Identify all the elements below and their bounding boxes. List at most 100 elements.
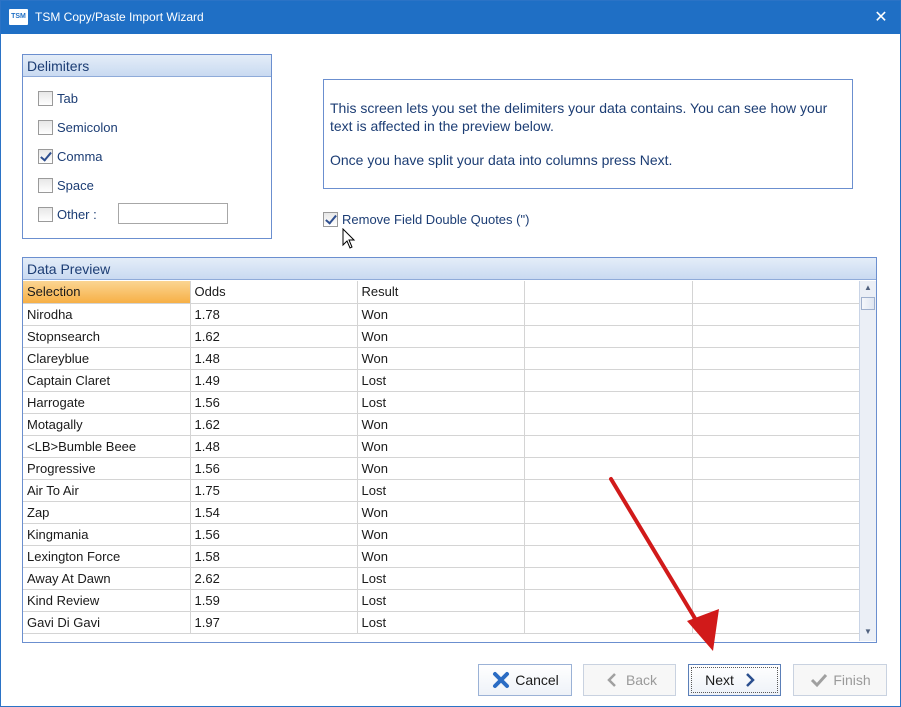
table-cell[interactable]: Away At Dawn <box>23 567 191 590</box>
table-cell[interactable] <box>692 391 860 414</box>
table-cell[interactable] <box>692 501 860 524</box>
table-cell[interactable]: Stopnsearch <box>23 325 191 348</box>
table-cell[interactable]: 1.97 <box>190 611 358 634</box>
cancel-button[interactable]: Cancel <box>478 664 572 696</box>
table-row[interactable]: Nirodha 1.78 Won <box>23 303 860 326</box>
table-row[interactable]: Gavi Di Gavi 1.97 Lost <box>23 611 860 634</box>
table-cell[interactable] <box>524 347 693 370</box>
table-row[interactable]: Zap 1.54 Won <box>23 501 860 524</box>
table-cell[interactable] <box>524 479 693 502</box>
table-cell[interactable]: Kind Review <box>23 589 191 612</box>
table-cell[interactable]: Progressive <box>23 457 191 480</box>
data-preview-grid[interactable]: Selection Odds Result Nirodha 1.78 Won Stop… <box>23 281 876 641</box>
table-cell[interactable] <box>524 501 693 524</box>
finish-button[interactable]: Finish <box>793 664 887 696</box>
table-cell[interactable]: Clareyblue <box>23 347 191 370</box>
table-cell[interactable]: 1.56 <box>190 523 358 546</box>
table-row[interactable]: Away At Dawn 2.62 Lost <box>23 567 860 590</box>
comma-checkbox[interactable] <box>38 148 53 164</box>
space-option[interactable]: Space <box>38 176 94 194</box>
table-cell[interactable]: Harrogate <box>23 391 191 414</box>
table-cell[interactable]: 1.59 <box>190 589 358 612</box>
table-cell[interactable] <box>692 479 860 502</box>
remove-quotes-option[interactable]: Remove Field Double Quotes (") <box>323 210 529 228</box>
table-cell[interactable]: Nirodha <box>23 303 191 326</box>
table-cell[interactable] <box>524 567 693 590</box>
table-cell[interactable] <box>524 435 693 458</box>
table-cell[interactable] <box>692 413 860 436</box>
table-row[interactable]: Air To Air 1.75 Lost <box>23 479 860 502</box>
table-cell[interactable]: Gavi Di Gavi <box>23 611 191 634</box>
table-cell[interactable]: Won <box>357 325 525 348</box>
table-cell[interactable] <box>692 457 860 480</box>
table-cell[interactable]: Won <box>357 347 525 370</box>
other-checkbox[interactable] <box>38 206 53 222</box>
scroll-up-icon[interactable]: ▲ <box>860 281 876 295</box>
table-cell[interactable] <box>692 303 860 326</box>
table-cell[interactable]: Won <box>357 435 525 458</box>
table-cell[interactable]: 1.62 <box>190 325 358 348</box>
table-cell[interactable]: 1.58 <box>190 545 358 568</box>
table-row[interactable]: Motagally 1.62 Won <box>23 413 860 436</box>
table-cell[interactable] <box>692 435 860 458</box>
table-cell[interactable]: <LB>Bumble Beee <box>23 435 191 458</box>
table-cell[interactable]: Won <box>357 457 525 480</box>
table-cell[interactable] <box>524 303 693 326</box>
column-header-empty[interactable] <box>692 281 860 304</box>
table-cell[interactable]: Lexington Force <box>23 545 191 568</box>
table-cell[interactable]: 1.56 <box>190 457 358 480</box>
back-button[interactable]: Back <box>583 664 676 696</box>
comma-option[interactable]: Comma <box>38 147 103 165</box>
other-option[interactable]: Other : <box>38 205 97 223</box>
table-cell[interactable]: Lost <box>357 611 525 634</box>
table-cell[interactable] <box>692 369 860 392</box>
table-cell[interactable] <box>692 589 860 612</box>
table-cell[interactable]: 1.62 <box>190 413 358 436</box>
column-header-selection[interactable]: Selection <box>23 281 191 304</box>
scroll-down-icon[interactable]: ▼ <box>860 625 876 639</box>
table-cell[interactable] <box>524 413 693 436</box>
table-cell[interactable] <box>692 567 860 590</box>
table-row[interactable]: Progressive 1.56 Won <box>23 457 860 480</box>
column-header-empty[interactable] <box>524 281 693 304</box>
space-checkbox[interactable] <box>38 177 53 193</box>
table-cell[interactable] <box>524 545 693 568</box>
table-row[interactable]: <LB>Bumble Beee 1.48 Won <box>23 435 860 458</box>
table-cell[interactable]: Zap <box>23 501 191 524</box>
table-cell[interactable]: Lost <box>357 479 525 502</box>
table-cell[interactable] <box>524 391 693 414</box>
table-cell[interactable] <box>524 457 693 480</box>
table-cell[interactable] <box>524 325 693 348</box>
table-cell[interactable]: 2.62 <box>190 567 358 590</box>
table-cell[interactable]: Lost <box>357 589 525 612</box>
table-cell[interactable]: 1.56 <box>190 391 358 414</box>
table-cell[interactable]: Air To Air <box>23 479 191 502</box>
table-cell[interactable]: Won <box>357 303 525 326</box>
table-cell[interactable] <box>692 611 860 634</box>
table-cell[interactable]: 1.78 <box>190 303 358 326</box>
column-header-result[interactable]: Result <box>357 281 525 304</box>
remove-quotes-checkbox[interactable] <box>323 211 338 227</box>
table-cell[interactable] <box>692 347 860 370</box>
scroll-thumb[interactable] <box>861 297 875 310</box>
tab-checkbox[interactable] <box>38 90 53 106</box>
table-row[interactable]: Stopnsearch 1.62 Won <box>23 325 860 348</box>
tab-option[interactable]: Tab <box>38 89 78 107</box>
table-cell[interactable] <box>524 611 693 634</box>
column-header-odds[interactable]: Odds <box>190 281 358 304</box>
table-cell[interactable] <box>692 325 860 348</box>
table-cell[interactable] <box>524 369 693 392</box>
next-button[interactable]: Next <box>688 664 781 696</box>
table-cell[interactable]: 1.48 <box>190 347 358 370</box>
table-row[interactable]: Harrogate 1.56 Lost <box>23 391 860 414</box>
table-cell[interactable]: 1.75 <box>190 479 358 502</box>
table-cell[interactable]: Captain Claret <box>23 369 191 392</box>
table-cell[interactable]: Lost <box>357 369 525 392</box>
table-cell[interactable]: Kingmania <box>23 523 191 546</box>
table-row[interactable]: Kind Review 1.59 Lost <box>23 589 860 612</box>
vertical-scrollbar[interactable]: ▲ ▼ <box>859 281 876 641</box>
table-row[interactable]: Lexington Force 1.58 Won <box>23 545 860 568</box>
table-cell[interactable]: Motagally <box>23 413 191 436</box>
table-cell[interactable] <box>692 523 860 546</box>
semicolon-option[interactable]: Semicolon <box>38 118 118 136</box>
